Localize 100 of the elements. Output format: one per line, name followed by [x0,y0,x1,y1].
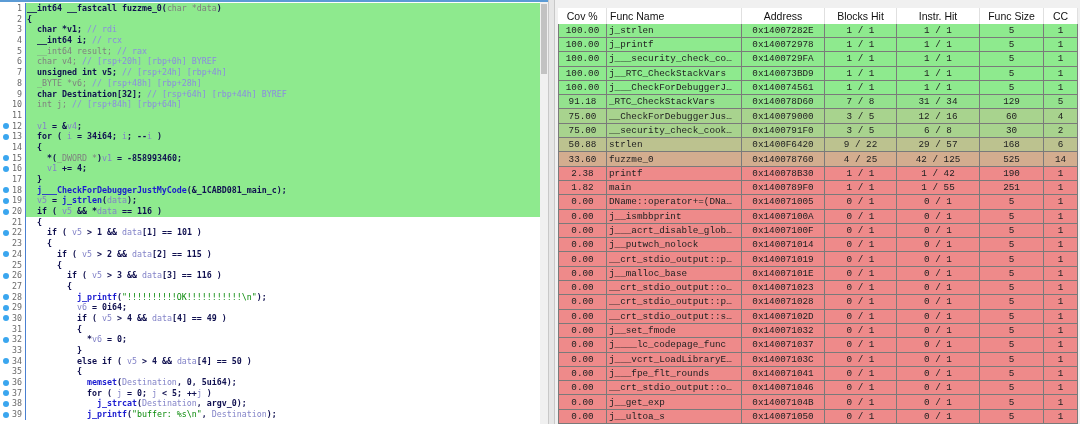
line-number: 39 [12,409,22,420]
table-cell: j_printf [606,37,742,52]
breakpoint-icon[interactable] [3,272,9,279]
table-cell: 0x140071019 [741,251,825,267]
table-cell: 6 / 8 [896,123,980,138]
table-cell: 0 / 1 [896,366,980,381]
table-cell: main [606,180,742,195]
table-cell: 6 [1043,137,1078,152]
table-cell: 5 [979,223,1044,238]
table-cell: 0x140071028 [741,294,825,310]
breakpoint-icon[interactable] [3,358,9,365]
table-cell: 1 / 1 [824,66,897,81]
column-header[interactable]: Func Size [979,7,1044,24]
table-cell: j__putwch_nolock [606,237,742,252]
column-header[interactable]: CC [1043,7,1078,24]
line-number: 33 [12,345,22,355]
breakpoint-icon[interactable] [3,400,9,407]
table-cell: 0 / 1 [824,280,897,295]
table-cell: j__ismbbprint [606,209,742,224]
table-cell: 129 [979,94,1044,109]
table-cell: 0x140078760 [741,151,825,167]
table-cell: __crt_stdio_output::p… [606,294,742,310]
breakpoint-icon[interactable] [3,208,9,215]
breakpoint-icon[interactable] [3,123,9,130]
table-cell: j__malloc_base [606,266,742,281]
breakpoint-icon[interactable] [3,379,9,386]
table-cell: printf [606,166,742,181]
table-cell: __CheckForDebuggerJus… [606,108,742,124]
table-cell: j__get_exp [606,394,742,410]
table-cell: 1 / 1 [896,37,980,52]
table-cell: 0x1400789F0 [741,180,825,195]
breakpoint-icon[interactable] [3,336,9,343]
table-cell: 0 / 1 [896,323,980,338]
breakpoint-icon[interactable] [3,229,9,236]
table-cell: 5 [1043,94,1078,109]
column-header[interactable]: Blocks Hit [824,7,897,24]
table-cell: 4 / 25 [824,151,897,167]
table-cell: 0 / 1 [824,409,897,424]
table-cell: 1 / 1 [824,37,897,52]
scrollbar[interactable] [540,2,548,424]
table-cell: 0 / 1 [824,223,897,238]
table-cell: 0.00 [558,223,607,238]
table-cell: 0x14007100A [741,209,825,224]
table-cell: 0.00 [558,366,607,381]
breakpoint-icon[interactable] [3,294,9,301]
table-cell: 60 [979,108,1044,124]
table-cell: 1 [1043,180,1078,195]
line-number: 14 [12,141,22,152]
table-cell: 100.00 [558,66,607,81]
table-cell: 0 / 1 [824,266,897,281]
table-cell: 5 [979,323,1044,338]
breakpoint-icon[interactable] [3,133,9,140]
table-cell: 0x140079000 [741,108,825,124]
line-number: 29 [12,302,22,313]
table-cell: 1 [1043,194,1078,210]
table-cell: 0x140074561 [741,80,825,95]
breakpoint-icon[interactable] [3,251,9,258]
breakpoint-icon[interactable] [3,390,9,397]
table-cell: 1 [1043,223,1078,238]
table-cell: j_strlen [606,23,742,38]
table-cell: 1 / 1 [824,51,897,67]
table-cell: 0 / 1 [896,294,980,310]
breakpoint-icon[interactable] [3,304,9,311]
pane-splitter[interactable] [548,0,555,424]
column-header[interactable]: Address [741,7,825,24]
table-cell: 0x140071037 [741,337,825,352]
table-cell: 251 [979,180,1044,195]
line-number: 32 [12,334,22,345]
table-cell: 0x140071023 [741,280,825,295]
line-number: 7 [17,67,22,78]
table-cell: j___CheckForDebuggerJ… [606,80,742,95]
table-cell: 0 / 1 [824,323,897,338]
table-cell: 0.00 [558,194,607,210]
table-cell: 5 [979,294,1044,310]
table-cell: 0 / 1 [824,294,897,310]
table-cell: 100.00 [558,51,607,67]
breakpoint-icon[interactable] [3,155,9,162]
line-number: 1 [17,3,22,13]
breakpoint-icon[interactable] [3,315,9,322]
table-cell: 0.00 [558,394,607,410]
column-header[interactable]: Instr. Hit [896,7,980,24]
table-cell: 1 [1043,66,1078,81]
table-cell: 0.00 [558,309,607,324]
table-cell: 1 [1043,51,1078,67]
column-header[interactable]: Cov % [558,7,607,24]
table-cell: 2 [1043,123,1078,138]
table-cell: 0 / 1 [824,309,897,324]
table-cell: 5 [979,337,1044,352]
table-cell: 1 / 1 [896,80,980,95]
table-cell: j___security_check_co… [606,51,742,67]
breakpoint-icon[interactable] [3,187,9,194]
column-header[interactable]: Func Name [606,7,742,24]
breakpoint-icon[interactable] [3,197,9,204]
table-cell: 0 / 1 [896,337,980,352]
breakpoint-icon[interactable] [3,165,9,172]
table-cell: 5 [979,37,1044,52]
breakpoint-icon[interactable] [3,411,9,418]
table-cell: 0.00 [558,294,607,310]
line-number: 22 [12,227,22,238]
table-cell: 4 [1043,108,1078,124]
